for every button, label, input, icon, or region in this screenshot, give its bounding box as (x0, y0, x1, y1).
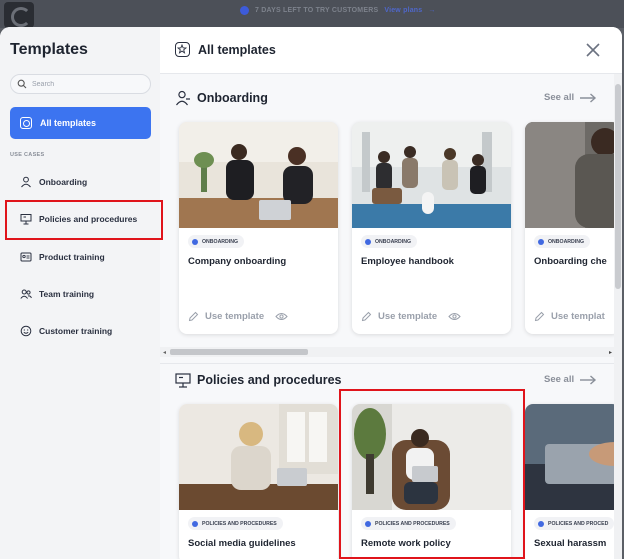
search-input[interactable] (32, 80, 142, 88)
banner-text: 7 DAYS LEFT TO TRY CUSTOMERS (255, 7, 379, 14)
section-title-onboarding: Onboarding (197, 91, 268, 105)
main-header: All templates (160, 27, 622, 74)
app-logo-icon (4, 2, 34, 28)
smiley-icon (20, 325, 32, 337)
eye-icon[interactable] (275, 312, 288, 321)
all-templates-button[interactable]: All templates (10, 107, 151, 139)
card-title: Onboarding che (534, 256, 607, 267)
sidebar-item-label: Onboarding (39, 177, 88, 187)
use-cases-heading: USE CASES (10, 152, 45, 158)
pencil-icon (361, 311, 372, 322)
use-template-button[interactable]: Use template (205, 311, 264, 322)
sidebar-item-onboarding[interactable]: Onboarding (20, 173, 87, 191)
card-title: Company onboarding (188, 256, 287, 267)
badge-dot-icon (192, 238, 198, 245)
id-card-icon (20, 252, 32, 262)
badge-label: ONBOARDING (548, 238, 585, 245)
scrollbar-thumb[interactable] (615, 84, 621, 289)
see-all-label: See all (544, 92, 575, 103)
template-card-onboarding-checklist[interactable]: ONBOARDING Onboarding che Use templat (525, 122, 620, 334)
category-badge: ONBOARDING (361, 235, 418, 248)
card-actions: Use template (188, 311, 288, 322)
see-all-policies-link[interactable]: See all (544, 374, 597, 385)
view-plans-link[interactable]: View plans (384, 7, 422, 14)
badge-dot-icon (538, 238, 544, 245)
sidebar-item-label: Team training (39, 289, 95, 299)
use-template-button[interactable]: Use templat (551, 311, 605, 322)
badge-dot-icon (365, 238, 371, 245)
badge-label: POLICIES AND PROCED (548, 520, 609, 527)
highlight-box-remote-work-card (339, 389, 525, 559)
badge-label: ONBOARDING (375, 238, 412, 245)
card-actions: Use template (361, 311, 461, 322)
presentation-icon (175, 373, 191, 388)
horizontal-scrollbar[interactable]: ◂ ▸ (160, 347, 615, 357)
star-frame-icon (175, 42, 190, 57)
banner-dot-icon (240, 6, 249, 15)
template-thumbnail (179, 404, 338, 510)
search-icon (17, 79, 27, 89)
all-templates-label: All templates (40, 118, 97, 128)
section-divider (160, 363, 615, 364)
scrollbar-thumb[interactable] (170, 349, 308, 355)
arrow-right-icon (580, 92, 597, 103)
category-badge: POLICIES AND PROCEDURES (188, 517, 283, 530)
person-icon (21, 176, 31, 188)
sidebar-title: Templates (10, 41, 88, 58)
card-title: Social media guidelines (188, 538, 296, 549)
background-app-bar: 7 DAYS LEFT TO TRY CUSTOMERS View plans … (0, 0, 624, 28)
scroll-left-icon[interactable]: ◂ (163, 349, 166, 356)
template-card-social-media-guidelines[interactable]: POLICIES AND PROCEDURES Social media gui… (179, 404, 338, 559)
eye-icon[interactable] (448, 312, 461, 321)
badge-dot-icon (192, 520, 198, 527)
highlight-box-policies-nav (5, 200, 163, 240)
template-thumbnail (525, 122, 620, 228)
person-icon (176, 90, 190, 106)
sidebar-item-label: Customer training (39, 326, 113, 336)
pencil-icon (188, 311, 199, 322)
sidebar-item-team-training[interactable]: Team training (20, 285, 94, 303)
category-badge: ONBOARDING (534, 235, 591, 248)
sidebar: Templates All templates USE CASES Onboar… (0, 27, 160, 559)
badge-label: POLICIES AND PROCEDURES (202, 520, 277, 527)
template-thumbnail (352, 122, 511, 228)
badge-dot-icon (538, 520, 544, 527)
see-all-label: See all (544, 374, 575, 385)
template-card-company-onboarding[interactable]: ONBOARDING Company onboarding Use templa… (179, 122, 338, 334)
sidebar-item-customer-training[interactable]: Customer training (20, 322, 112, 340)
category-badge: POLICIES AND PROCED (534, 517, 615, 530)
page-title: All templates (198, 43, 276, 57)
template-card-employee-handbook[interactable]: ONBOARDING Employee handbook Use templat… (352, 122, 511, 334)
sidebar-item-label: Product training (39, 252, 105, 262)
sidebar-item-product-training[interactable]: Product training (20, 248, 105, 266)
pencil-icon (534, 311, 545, 322)
templates-modal: Templates All templates USE CASES Onboar… (0, 27, 622, 559)
template-thumbnail (179, 122, 338, 228)
card-actions: Use templat (534, 311, 605, 322)
templates-icon (20, 117, 32, 129)
badge-label: ONBOARDING (202, 238, 239, 245)
section-title-policies: Policies and procedures (197, 373, 342, 387)
template-card-sexual-harassment[interactable]: POLICIES AND PROCED Sexual harassm (525, 404, 620, 559)
vertical-scrollbar[interactable] (614, 74, 622, 559)
arrow-right-icon (580, 374, 597, 385)
people-icon (20, 289, 32, 299)
trial-banner: 7 DAYS LEFT TO TRY CUSTOMERS View plans … (240, 6, 436, 15)
see-all-onboarding-link[interactable]: See all (544, 92, 597, 103)
use-template-button[interactable]: Use template (378, 311, 437, 322)
card-title: Sexual harassm (534, 538, 607, 549)
scroll-right-icon[interactable]: ▸ (609, 349, 612, 356)
category-badge: ONBOARDING (188, 235, 245, 248)
close-icon[interactable] (584, 41, 602, 59)
card-title: Employee handbook (361, 256, 454, 267)
arrow-right-icon: → (428, 7, 436, 14)
template-thumbnail (525, 404, 620, 510)
search-box[interactable] (10, 74, 151, 94)
